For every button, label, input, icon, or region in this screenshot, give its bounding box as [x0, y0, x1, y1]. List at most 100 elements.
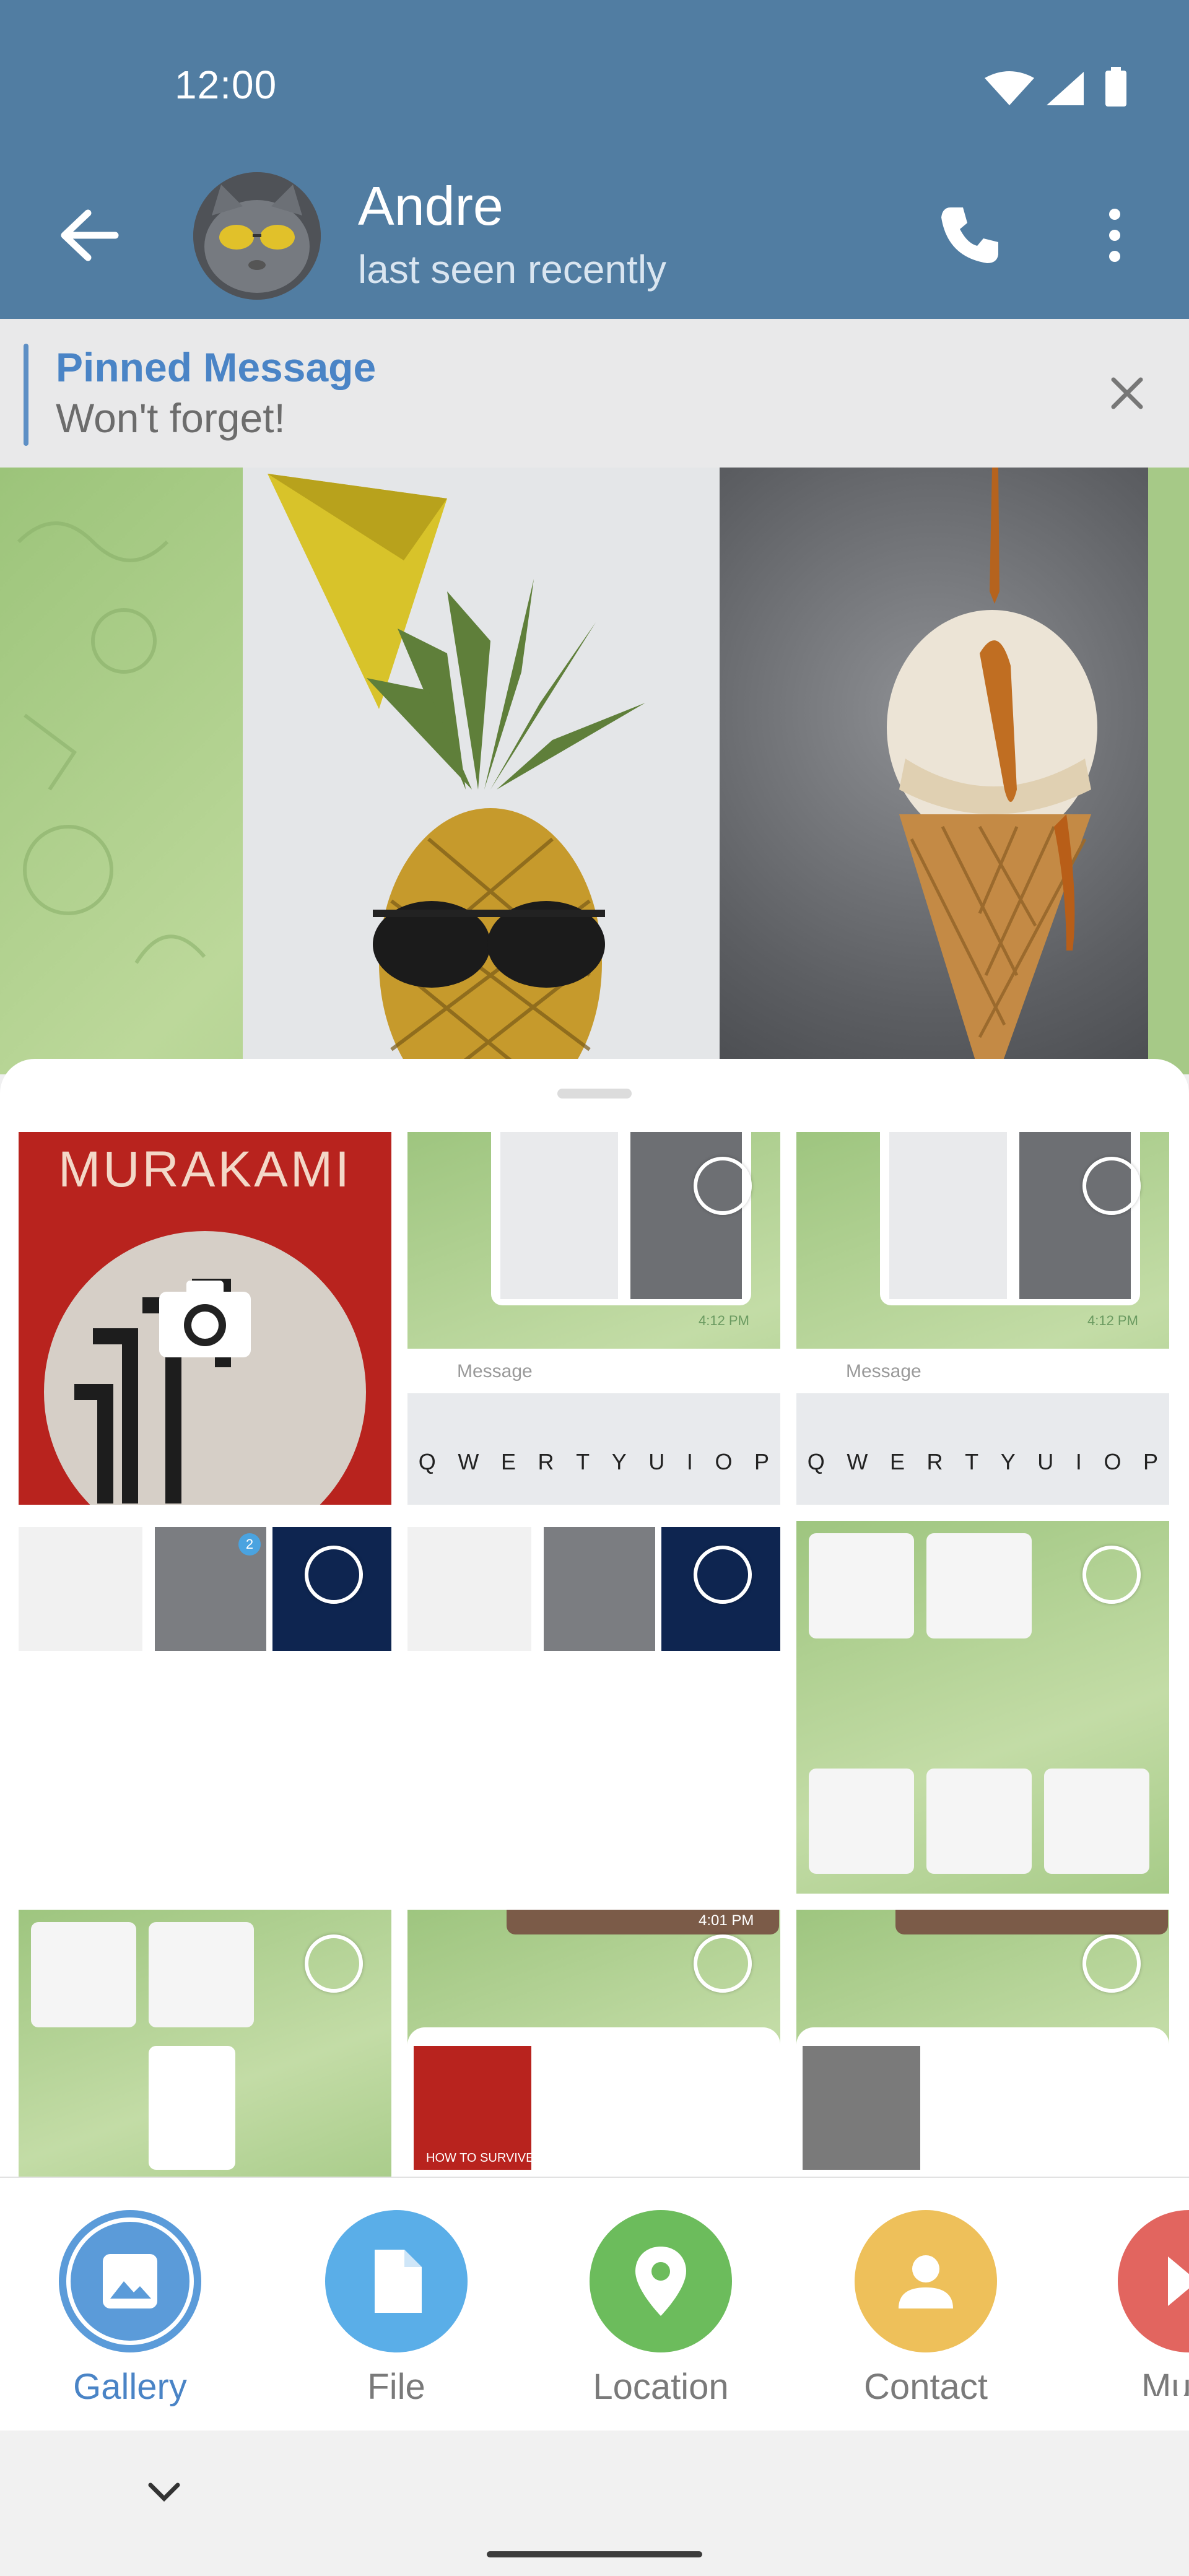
gallery-photo-3[interactable]: 2: [19, 1521, 391, 1894]
file-icon: [375, 2250, 422, 2313]
phone-icon[interactable]: [935, 201, 1003, 269]
camera-tile[interactable]: MURAKAMI: [19, 1132, 391, 1505]
select-circle[interactable]: [305, 1934, 363, 1993]
gallery-photo-4[interactable]: [407, 1521, 780, 1894]
mini-timestamp: 4:12 PM: [1087, 1313, 1138, 1328]
doodle-pattern-right: [1148, 468, 1189, 1074]
key: O: [1104, 1449, 1121, 1474]
avatar[interactable]: [193, 172, 321, 300]
status-time: 12:00: [175, 63, 277, 107]
gallery-photo-8[interactable]: [796, 1910, 1169, 2195]
contact-circle: [855, 2210, 997, 2352]
camera-icon: [159, 1281, 251, 1357]
attach-gallery-button[interactable]: Gallery: [59, 2210, 201, 2407]
pineapple-image: [243, 468, 720, 1074]
mini-message-bar: Message: [796, 1349, 1169, 1393]
attach-type-bar: Gallery File Location Contact Mu: [0, 2177, 1189, 2432]
key: E: [500, 1449, 516, 1474]
gallery-photo-7[interactable]: 4:01 PM HOW TO SURVIVE: [407, 1910, 780, 2195]
mini-keyboard: QWERTYUIOP: [407, 1393, 780, 1505]
key: T: [576, 1449, 590, 1474]
key: W: [847, 1449, 868, 1474]
chat-name[interactable]: Andre: [358, 175, 503, 238]
more-menu-icon[interactable]: [1096, 204, 1133, 266]
back-arrow-icon[interactable]: [56, 204, 124, 266]
contact-icon: [899, 2255, 953, 2308]
key: P: [1143, 1449, 1159, 1474]
key: I: [686, 1449, 693, 1474]
mini-message-bar: Message: [407, 1349, 780, 1393]
key: T: [965, 1449, 979, 1474]
doodle-pattern: [17, 521, 206, 964]
chevron-down-icon[interactable]: [146, 2480, 183, 2505]
contact-label: Contact: [864, 2367, 988, 2407]
app-bar: 12:00 Andre last seen recently: [0, 0, 1189, 319]
gallery-photo-6[interactable]: [19, 1910, 391, 2195]
select-circle[interactable]: [1082, 1934, 1141, 1993]
last-seen-status: last seen recently: [358, 247, 667, 292]
selection-badge: 2: [238, 1533, 261, 1556]
system-nav-bar: [0, 2430, 1189, 2576]
music-circle: [1118, 2210, 1189, 2352]
select-circle[interactable]: [1082, 1546, 1141, 1604]
attach-file-button[interactable]: File: [325, 2210, 468, 2407]
pinned-title: Pinned Message: [56, 344, 377, 390]
gallery-photo-2[interactable]: 4:12 PM Message QWERTYUIOP: [796, 1132, 1169, 1505]
select-circle[interactable]: [694, 1934, 752, 1993]
music-label: Mu: [1141, 2367, 1189, 2396]
mini-timestamp: 4:12 PM: [699, 1313, 749, 1328]
mini-timestamp: 4:01 PM: [699, 1912, 754, 1929]
key: R: [926, 1449, 943, 1474]
key: U: [648, 1449, 665, 1474]
cat-avatar-image: [193, 172, 321, 300]
close-pinned-icon[interactable]: [1108, 375, 1146, 412]
gallery-photo-1[interactable]: 4:12 PM Message QWERTYUIOP: [407, 1132, 780, 1505]
file-label: File: [367, 2367, 425, 2407]
signal-icon: [1047, 72, 1084, 105]
gallery-circle: [59, 2210, 201, 2352]
file-circle: [325, 2210, 468, 2352]
pinned-message-bar[interactable]: Pinned Message Won't forget!: [0, 319, 1189, 469]
mini-key-row: QWERTYUIOP: [407, 1449, 780, 1475]
mini-keyboard: QWERTYUIOP: [796, 1393, 1169, 1505]
gallery-icon: [103, 2254, 157, 2308]
attach-music-button[interactable]: Mu: [1118, 2210, 1189, 2396]
select-circle[interactable]: [1082, 1157, 1141, 1215]
pinned-accent-line: [24, 344, 28, 446]
attach-location-button[interactable]: Location: [590, 2210, 732, 2407]
key: Y: [611, 1449, 627, 1474]
chat-background: [0, 468, 1189, 1074]
select-circle[interactable]: [694, 1157, 752, 1215]
mini-book-text: HOW TO SURVIVE: [426, 2151, 534, 2165]
key: P: [754, 1449, 770, 1474]
pineapple-photo[interactable]: [243, 468, 720, 1074]
key: Y: [1000, 1449, 1016, 1474]
attach-contact-button[interactable]: Contact: [855, 2210, 997, 2407]
key: R: [538, 1449, 554, 1474]
mini-key-row: QWERTYUIOP: [796, 1449, 1169, 1475]
ice-cream-image: [887, 468, 1097, 1074]
mini-message-placeholder: Message: [846, 1361, 921, 1382]
location-label: Location: [593, 2367, 729, 2407]
location-icon: [635, 2247, 686, 2316]
location-circle: [590, 2210, 732, 2352]
key: U: [1037, 1449, 1054, 1474]
key: Q: [418, 1449, 436, 1474]
home-indicator[interactable]: [487, 2551, 702, 2557]
wifi-icon: [985, 71, 1034, 105]
select-circle[interactable]: [305, 1546, 363, 1604]
status-icons: [985, 67, 1126, 107]
music-icon: [1168, 2256, 1189, 2306]
sheet-drag-handle[interactable]: [557, 1089, 632, 1099]
pinned-text: Won't forget!: [56, 395, 285, 441]
key: O: [715, 1449, 733, 1474]
select-circle[interactable]: [694, 1546, 752, 1604]
gallery-photo-5[interactable]: [796, 1521, 1169, 1894]
battery-icon: [1105, 71, 1126, 107]
mini-message-placeholder: Message: [457, 1361, 533, 1382]
key: E: [889, 1449, 905, 1474]
key: Q: [807, 1449, 825, 1474]
key: I: [1075, 1449, 1082, 1474]
ice-cream-photo[interactable]: [720, 468, 1148, 1074]
key: W: [458, 1449, 479, 1474]
